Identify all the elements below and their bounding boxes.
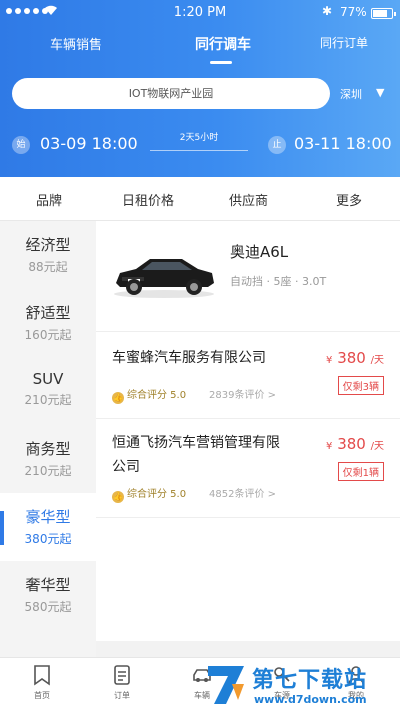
price-value: 380 bbox=[337, 349, 366, 367]
category-premium-luxury[interactable]: 奢华型 580元起 bbox=[0, 561, 96, 629]
category-comfort[interactable]: 舒适型 160元起 bbox=[0, 289, 96, 357]
price-currency: ¥ bbox=[326, 355, 333, 366]
battery-icon bbox=[371, 8, 396, 19]
category-name: SUV bbox=[32, 370, 64, 388]
filter-supplier[interactable]: 供应商 bbox=[229, 190, 268, 209]
watermark-title: 第七下载站 bbox=[252, 668, 368, 693]
chevron-down-icon[interactable]: ▼ bbox=[376, 86, 384, 99]
nav-home[interactable]: 首页 bbox=[22, 664, 62, 701]
category-price: 210元起 bbox=[24, 464, 72, 478]
rating-text: 综合评分 5.0 bbox=[127, 489, 187, 500]
category-economy[interactable]: 经济型 88元起 bbox=[0, 221, 96, 289]
price-currency: ¥ bbox=[326, 441, 333, 452]
watermark-logo-icon bbox=[208, 666, 244, 704]
tab-peer-orders[interactable]: 同行订单 bbox=[320, 34, 368, 51]
nav-orders[interactable]: 订单 bbox=[102, 664, 142, 701]
site-watermark: 第七下载站 www.d7down.com bbox=[204, 660, 398, 710]
watermark-url: www.d7down.com bbox=[254, 693, 367, 706]
car-specs: 自动挡 · 5座 · 3.0T bbox=[230, 275, 327, 288]
category-name: 商务型 bbox=[25, 440, 71, 458]
category-suv[interactable]: SUV 210元起 bbox=[0, 357, 96, 425]
start-marker: 始 bbox=[12, 136, 30, 154]
battery-percent: 77% bbox=[340, 5, 367, 19]
price-value: 380 bbox=[337, 435, 366, 453]
vendor-card[interactable]: 恒通飞扬汽车营销管理有限公司 ¥ 380 /天 仅剩1辆 👍 综合评分 5.0 4… bbox=[96, 419, 400, 517]
category-name: 经济型 bbox=[25, 236, 71, 254]
bluetooth-icon: ✱ bbox=[322, 4, 333, 18]
review-count-link[interactable]: 2839条评价 > bbox=[209, 386, 276, 401]
vendor-rating: 👍 综合评分 5.0 bbox=[112, 485, 186, 503]
return-datetime[interactable]: 03-11 18:00 bbox=[294, 134, 392, 153]
category-name: 豪华型 bbox=[25, 508, 71, 526]
vendor-name: 车蜜蜂汽车服务有限公司 bbox=[112, 350, 266, 366]
document-icon bbox=[114, 665, 130, 685]
divider bbox=[96, 517, 400, 518]
city-selector[interactable]: 深圳 bbox=[340, 86, 362, 102]
filter-bar: 品牌 日租价格 供应商 更多 bbox=[0, 177, 400, 221]
nav-label: 首页 bbox=[34, 691, 50, 700]
nav-label: 订单 bbox=[114, 691, 130, 700]
end-marker: 止 bbox=[268, 136, 286, 154]
stock-badge: 仅剩1辆 bbox=[337, 462, 384, 481]
vehicle-detail-panel: 奥迪A6L 自动挡 · 5座 · 3.0T 车蜜蜂汽车服务有限公司 ¥ 380 … bbox=[96, 221, 400, 641]
rating-text: 综合评分 5.0 bbox=[127, 390, 187, 401]
header: 1:20 PM ✱ 77% 车辆销售 同行调车 同行订单 IOT物联网产业园 深… bbox=[0, 0, 400, 177]
price-unit: /天 bbox=[370, 441, 384, 452]
price-unit: /天 bbox=[370, 355, 384, 366]
vendor-price: ¥ 380 /天 bbox=[326, 349, 384, 367]
active-tab-indicator bbox=[210, 61, 232, 64]
category-price: 580元起 bbox=[24, 600, 72, 614]
vendor-rating: 👍 综合评分 5.0 bbox=[112, 386, 186, 404]
category-price: 210元起 bbox=[24, 393, 72, 407]
thumbs-up-icon: 👍 bbox=[112, 392, 124, 404]
category-price: 380元起 bbox=[24, 532, 72, 546]
category-business[interactable]: 商务型 210元起 bbox=[0, 425, 96, 493]
top-tabs: 车辆销售 同行调车 同行订单 bbox=[0, 30, 400, 70]
category-name: 奢华型 bbox=[25, 576, 71, 594]
category-price: 160元起 bbox=[24, 328, 72, 342]
vendor-price: ¥ 380 /天 bbox=[326, 435, 384, 453]
filter-brand[interactable]: 品牌 bbox=[36, 190, 62, 209]
category-luxury[interactable]: 豪华型 380元起 bbox=[0, 493, 96, 561]
tab-vehicle-sales[interactable]: 车辆销售 bbox=[50, 34, 102, 53]
stock-badge: 仅剩3辆 bbox=[337, 376, 384, 395]
filter-more[interactable]: 更多 bbox=[336, 190, 362, 209]
car-image[interactable] bbox=[112, 249, 216, 299]
vendor-name: 恒通飞扬汽车营销管理有限公司 bbox=[112, 435, 280, 475]
thumbs-up-icon: 👍 bbox=[112, 491, 124, 503]
filter-daily-price[interactable]: 日租价格 bbox=[122, 190, 174, 209]
category-name: 舒适型 bbox=[25, 304, 71, 322]
category-price: 88元起 bbox=[28, 260, 68, 274]
review-count-link[interactable]: 4852条评价 > bbox=[209, 485, 276, 500]
car-model-name: 奥迪A6L bbox=[230, 243, 289, 261]
tab-peer-transfer[interactable]: 同行调车 bbox=[195, 34, 251, 54]
bookmark-icon bbox=[34, 665, 50, 686]
duration-divider bbox=[150, 150, 248, 151]
rental-duration: 2天5小时 bbox=[179, 133, 219, 143]
location-search-input[interactable]: IOT物联网产业园 bbox=[12, 78, 330, 109]
status-bar: 1:20 PM ✱ 77% bbox=[0, 0, 400, 26]
vendor-card[interactable]: 车蜜蜂汽车服务有限公司 ¥ 380 /天 仅剩3辆 👍 综合评分 5.0 2839… bbox=[96, 332, 400, 418]
category-sidebar: 经济型 88元起 舒适型 160元起 SUV 210元起 商务型 210元起 豪… bbox=[0, 221, 96, 658]
rental-date-range: 始 03-09 18:00 2天5小时 止 03-11 18:00 bbox=[0, 128, 400, 162]
pickup-datetime[interactable]: 03-09 18:00 bbox=[40, 134, 138, 153]
